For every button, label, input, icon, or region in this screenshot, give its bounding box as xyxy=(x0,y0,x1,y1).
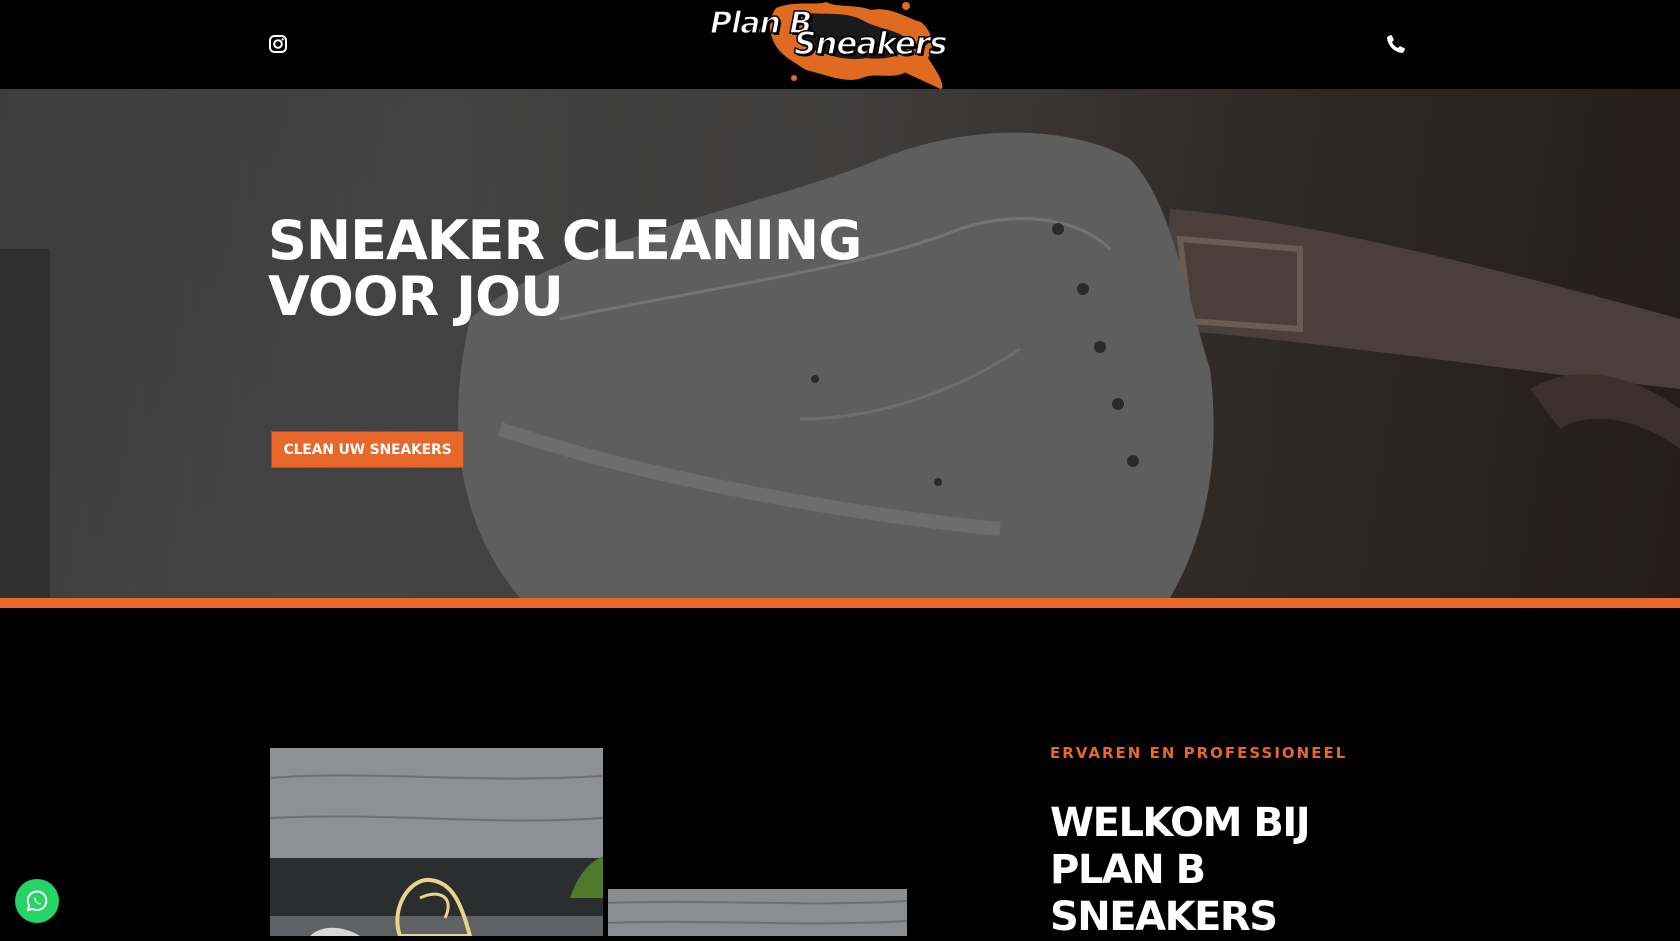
section-eyebrow: ERVAREN EN PROFESSIONEEL xyxy=(1050,744,1348,762)
phone-link[interactable] xyxy=(1385,33,1407,55)
hero-sneaker-photo xyxy=(0,89,1680,598)
hero-title-line-1: SNEAKER CLEANING xyxy=(268,209,862,272)
site-logo[interactable]: Plan B Sneakers xyxy=(706,0,948,89)
instagram-link[interactable] xyxy=(268,34,288,54)
phone-icon xyxy=(1387,35,1405,53)
hero-title: SNEAKER CLEANING VOOR JOU xyxy=(268,209,862,328)
welcome-title: WELKOM BIJ PLAN B SNEAKERS xyxy=(1050,800,1311,940)
hero-section: SNEAKER CLEANING VOOR JOU CLEAN UW SNEAK… xyxy=(0,89,1680,598)
whatsapp-button[interactable] xyxy=(15,879,59,923)
sneaker-photo-1 xyxy=(270,748,603,936)
hero-title-line-2: VOOR JOU xyxy=(268,265,564,328)
logo-text-sneakers: Sneakers xyxy=(793,25,948,63)
site-header: Plan B Sneakers xyxy=(0,0,1680,89)
clean-sneakers-button[interactable]: CLEAN UW SNEAKERS xyxy=(271,431,464,468)
instagram-icon xyxy=(269,35,287,53)
whatsapp-icon xyxy=(26,890,48,912)
orange-divider xyxy=(0,598,1680,608)
sneaker-photo-2 xyxy=(608,889,907,936)
